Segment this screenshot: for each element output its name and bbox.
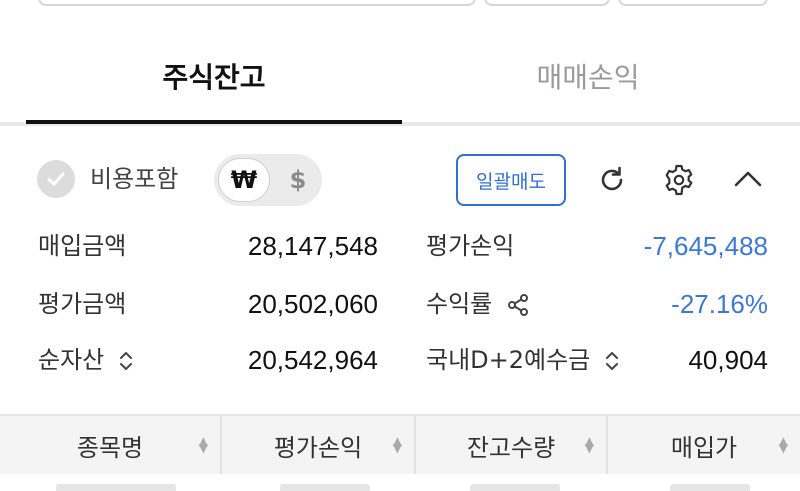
clipped-cell: [670, 484, 750, 491]
sort-icon: ▲ ▼: [584, 434, 594, 455]
include-fees-checkbox[interactable]: [37, 160, 75, 198]
share-icon[interactable]: [506, 293, 530, 317]
return-rate-value: -27.16%: [671, 289, 768, 319]
column-header-eval-pl[interactable]: 평가손익 ▲ ▼: [222, 416, 416, 474]
net-asset-value: 20,542,964: [247, 345, 378, 375]
sort-icon: ▲ ▼: [198, 434, 208, 455]
clipped-cell: [56, 484, 176, 491]
clipped-cell: [280, 484, 370, 491]
deposit-value: 40,904: [688, 345, 768, 375]
column-header-label: 매입가: [670, 433, 738, 462]
eval-amount-label: 평가금액: [38, 290, 127, 318]
column-header-label: 평가손익: [273, 433, 363, 462]
sort-icon: ▲ ▼: [778, 434, 788, 455]
table-row[interactable]: [0, 476, 800, 491]
currency-toggle[interactable]: ₩ $: [214, 154, 322, 206]
eval-pl-label: 평가손익: [426, 232, 515, 260]
column-header-label: 잔고수량: [466, 433, 556, 462]
eval-pl-value: -7,645,488: [643, 231, 768, 261]
top-button-1[interactable]: [484, 0, 610, 6]
holdings-table-header: 종목명 ▲ ▼ 평가손익 ▲ ▼ 잔고수량 ▲ ▼ 매입가 ▲ ▼: [0, 414, 800, 474]
net-asset-label: 순자산: [38, 346, 105, 374]
column-header-label: 종목명: [76, 433, 144, 462]
return-rate-row[interactable]: 수익률: [426, 284, 530, 324]
tab-bar: 주식잔고 매매손익: [0, 28, 800, 126]
sort-icon: ▲ ▼: [392, 434, 402, 455]
eval-amount-value: 20,502,060: [247, 289, 378, 319]
refresh-icon[interactable]: [594, 162, 630, 198]
purchase-amount-value: 28,147,548: [247, 231, 378, 261]
active-tab-indicator: [26, 120, 402, 124]
search-field[interactable]: [38, 0, 476, 6]
dollar-option[interactable]: $: [280, 154, 316, 206]
include-fees-label[interactable]: 비용포함: [90, 160, 178, 198]
column-header-purchase-price[interactable]: 매입가 ▲ ▼: [608, 416, 800, 474]
return-rate-label: 수익률: [426, 290, 493, 318]
column-header-quantity[interactable]: 잔고수량 ▲ ▼: [416, 416, 608, 474]
purchase-amount-label: 매입금액: [38, 232, 127, 260]
tab-stock-balance[interactable]: 주식잔고: [26, 28, 402, 124]
net-asset-row[interactable]: 순자산: [38, 340, 134, 380]
sort-toggle-icon[interactable]: [118, 349, 134, 373]
won-option[interactable]: ₩: [218, 158, 270, 202]
tab-trading-pl[interactable]: 매매손익: [402, 28, 774, 124]
sort-toggle-icon[interactable]: [604, 349, 620, 373]
check-icon: [47, 172, 65, 186]
deposit-label: 국내D+2예수금: [426, 346, 591, 374]
deposit-row[interactable]: 국내D+2예수금: [426, 340, 620, 380]
top-button-2[interactable]: [618, 0, 768, 6]
gear-icon[interactable]: [661, 162, 697, 198]
column-header-name[interactable]: 종목명 ▲ ▼: [0, 416, 222, 474]
chevron-up-icon[interactable]: [730, 162, 766, 198]
clipped-cell: [470, 484, 560, 491]
bulk-sell-button[interactable]: 일괄매도: [456, 154, 566, 206]
